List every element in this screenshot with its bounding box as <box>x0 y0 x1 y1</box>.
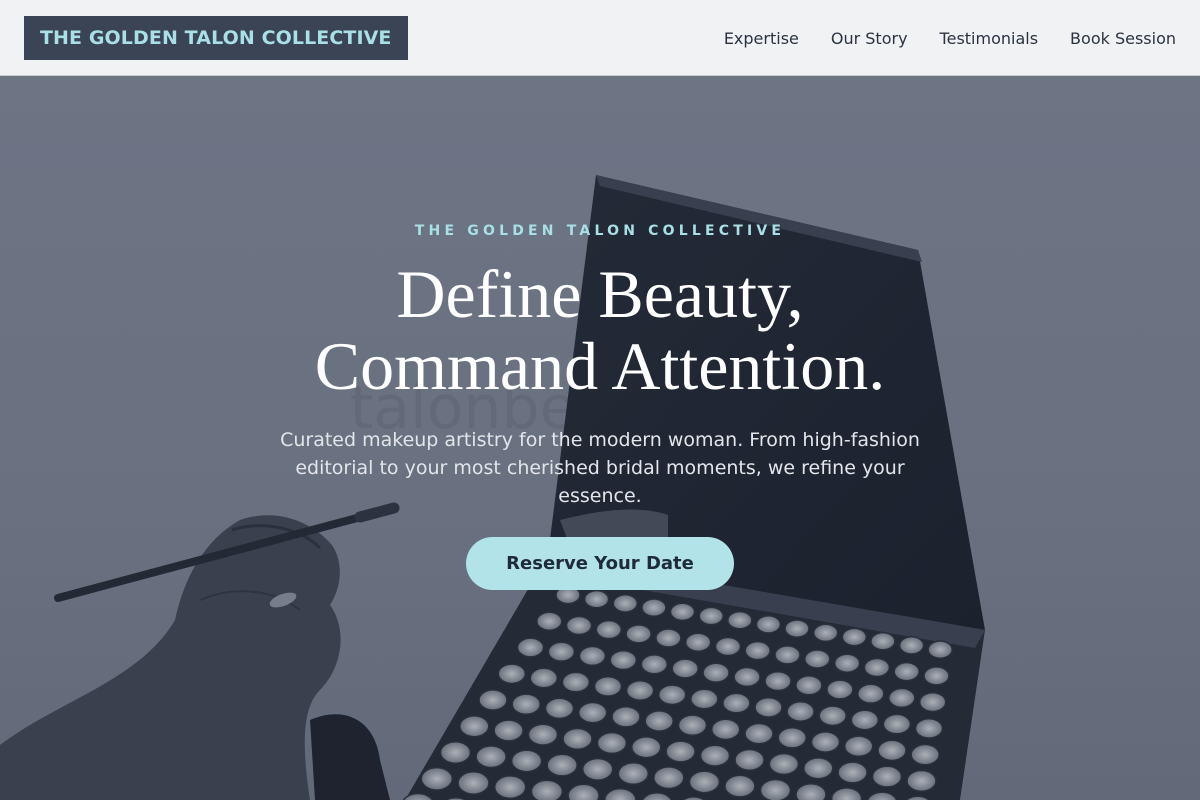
hero-content: THE GOLDEN TALON COLLECTIVE Define Beaut… <box>200 76 1000 800</box>
nav-item-expertise[interactable]: Expertise <box>724 29 799 48</box>
hero-headline-line-1: Define Beauty, <box>396 256 804 332</box>
reserve-date-button[interactable]: Reserve Your Date <box>466 537 734 590</box>
hero-headline: Define Beauty, Command Attention. <box>200 258 1000 402</box>
hero-subcopy: Curated makeup artistry for the modern w… <box>280 429 920 507</box>
hero-headline-line-2: Command Attention. <box>314 328 886 404</box>
hero-eyebrow: THE GOLDEN TALON COLLECTIVE <box>414 223 786 239</box>
site-header: THE GOLDEN TALON COLLECTIVE Expertise Ou… <box>0 0 1200 76</box>
nav-item-book-session[interactable]: Book Session <box>1070 29 1176 48</box>
nav-item-our-story[interactable]: Our Story <box>831 29 908 48</box>
main-nav: Expertise Our Story Testimonials Book Se… <box>724 0 1176 76</box>
page: THE GOLDEN TALON COLLECTIVE Expertise Ou… <box>0 0 1200 800</box>
nav-item-testimonials[interactable]: Testimonials <box>940 29 1039 48</box>
brand-logo[interactable]: THE GOLDEN TALON COLLECTIVE <box>24 16 408 60</box>
